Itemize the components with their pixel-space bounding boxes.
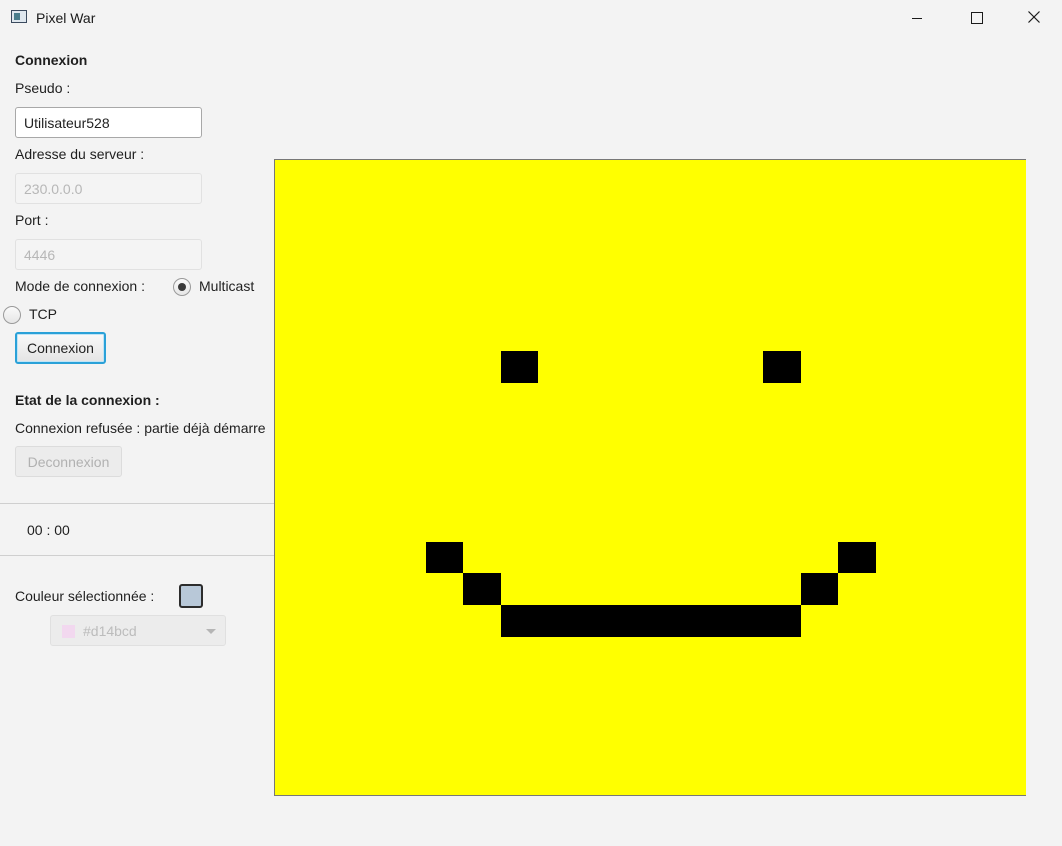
pixel[interactable] xyxy=(838,542,876,573)
pseudo-input[interactable] xyxy=(15,107,202,138)
server-address-label: Adresse du serveur : xyxy=(15,146,145,162)
server-address-input[interactable] xyxy=(15,173,202,204)
port-input[interactable] xyxy=(15,239,202,270)
close-button[interactable] xyxy=(1005,0,1062,36)
color-picker-value: #d14bcd xyxy=(83,623,137,639)
maximize-button[interactable] xyxy=(947,0,1005,36)
connection-heading: Connexion xyxy=(15,52,88,68)
pixel[interactable] xyxy=(576,605,613,637)
pixel[interactable] xyxy=(763,605,801,637)
pixel[interactable] xyxy=(613,605,651,637)
timer: 00 : 00 xyxy=(27,522,70,538)
pixel[interactable] xyxy=(688,605,726,637)
app-window-icon xyxy=(11,10,27,23)
pixel[interactable] xyxy=(426,542,463,573)
pixel[interactable] xyxy=(501,351,538,383)
pixel[interactable] xyxy=(463,573,501,605)
pixel-grid[interactable] xyxy=(275,160,1026,795)
title-bar: Pixel War xyxy=(0,0,1062,36)
pixel[interactable] xyxy=(763,351,801,383)
tcp-radio[interactable] xyxy=(3,306,21,324)
close-icon xyxy=(1028,11,1040,23)
connection-status-heading: Etat de la connexion : xyxy=(15,392,160,408)
pixel[interactable] xyxy=(651,605,688,637)
pixel-canvas[interactable] xyxy=(274,159,1026,796)
connection-status-message: Connexion refusée : partie déjà démarre xyxy=(15,420,266,436)
pixel[interactable] xyxy=(726,605,763,637)
connection-mode-label: Mode de connexion : xyxy=(15,278,145,294)
disconnect-button[interactable]: Deconnexion xyxy=(15,446,122,477)
pixel[interactable] xyxy=(801,573,838,605)
chevron-down-icon xyxy=(206,629,216,634)
port-label: Port : xyxy=(15,212,49,228)
selected-color-swatch xyxy=(179,584,203,608)
tcp-label: TCP xyxy=(29,306,57,322)
pixel[interactable] xyxy=(538,605,576,637)
color-picker[interactable]: #d14bcd xyxy=(50,615,226,646)
pseudo-label: Pseudo : xyxy=(15,80,71,96)
connect-button[interactable]: Connexion xyxy=(15,332,106,364)
separator xyxy=(0,503,275,504)
color-chip xyxy=(62,625,75,638)
multicast-radio[interactable] xyxy=(173,278,191,296)
pixel[interactable] xyxy=(501,605,538,637)
separator xyxy=(0,555,275,556)
multicast-label: Multicast xyxy=(199,278,255,294)
window-title: Pixel War xyxy=(36,10,96,26)
minimize-button[interactable] xyxy=(888,0,946,36)
selected-color-label: Couleur sélectionnée : xyxy=(15,588,155,604)
